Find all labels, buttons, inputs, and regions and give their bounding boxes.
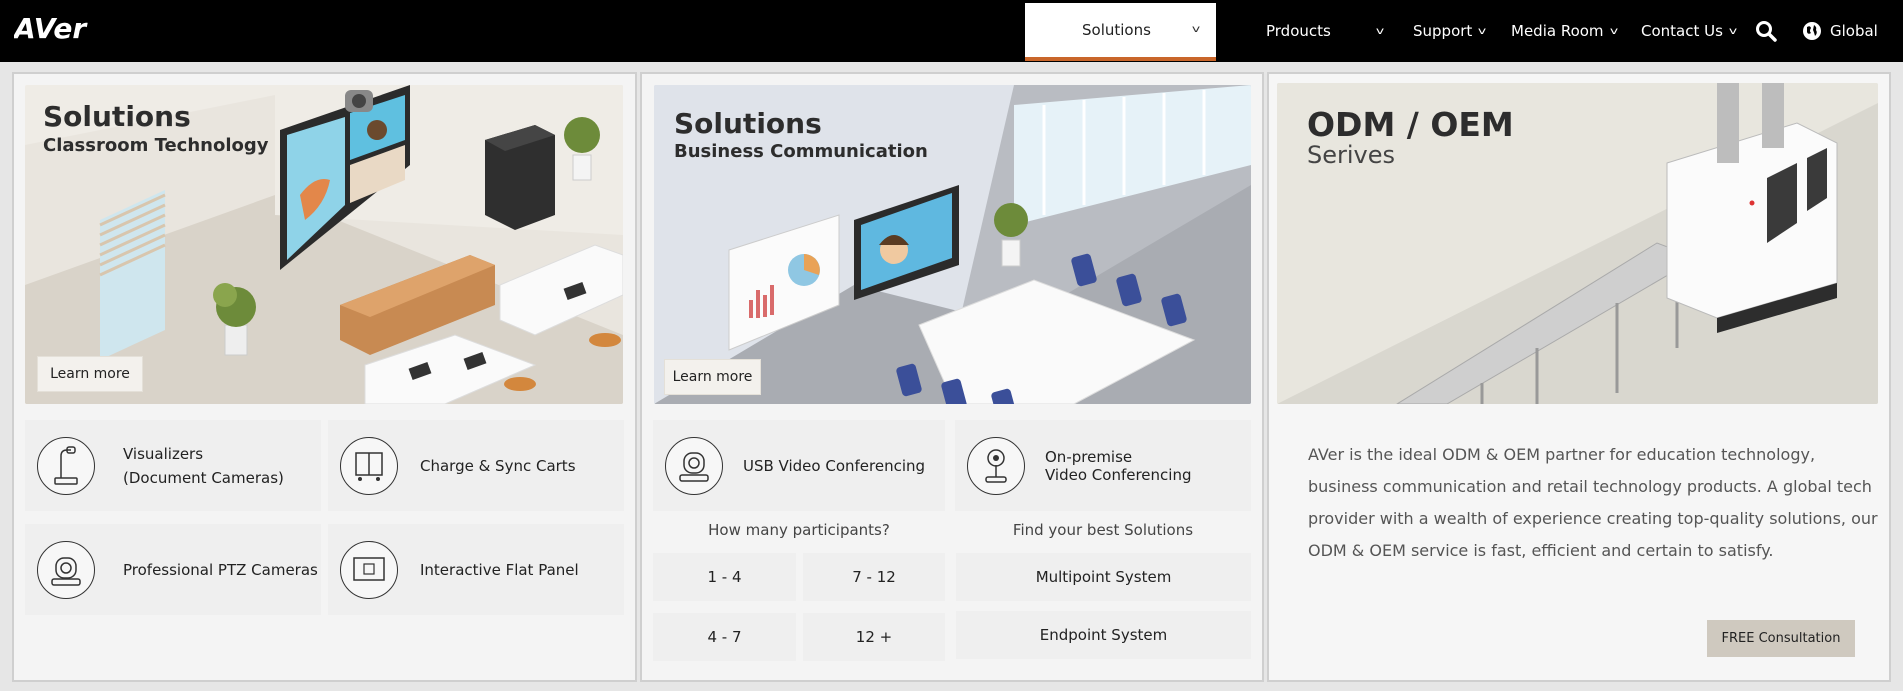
nav-media-room[interactable]: Media Room v bbox=[1511, 0, 1618, 62]
oem-description: AVer is the ideal ODM & OEM partner for … bbox=[1308, 445, 1878, 560]
ptz-camera-icon bbox=[37, 540, 95, 599]
solutions-question: Find your best Solutions bbox=[1012, 521, 1194, 539]
classroom-title: Solutions bbox=[43, 100, 191, 133]
participants-12-plus-button[interactable]: 12 + bbox=[803, 613, 945, 661]
card-on-premise-video-conferencing[interactable]: On-premise Video Conferencing bbox=[955, 420, 1251, 511]
participants-question: How many participants? bbox=[708, 521, 890, 539]
aver-logo[interactable]: AVer bbox=[14, 10, 100, 44]
flat-panel-icon bbox=[340, 540, 398, 599]
card-usb-video-conferencing[interactable]: USB Video Conferencing bbox=[653, 420, 945, 511]
nav-products-label: Prdoucts bbox=[1266, 22, 1331, 40]
conference-camera-icon bbox=[967, 436, 1025, 495]
oem-title: ODM / OEM bbox=[1307, 105, 1514, 144]
card-label: (Document Cameras) bbox=[123, 468, 284, 487]
card-ptz-cameras[interactable]: Professional PTZ Cameras bbox=[25, 524, 321, 615]
card-charge-sync-carts-text: Charge & Sync Carts bbox=[420, 456, 576, 475]
document-camera-icon bbox=[37, 436, 95, 495]
business-title: Solutions bbox=[674, 107, 822, 140]
svg-text:AVer: AVer bbox=[14, 12, 88, 44]
nav-products-dropdown[interactable]: v bbox=[1370, 0, 1385, 62]
endpoint-system-button[interactable]: Endpoint System bbox=[956, 611, 1251, 659]
globe-icon bbox=[1803, 22, 1821, 40]
free-consultation-button[interactable]: FREE Consultation bbox=[1707, 620, 1855, 657]
chevron-down-icon: v bbox=[1728, 25, 1738, 37]
classroom-learn-more-button[interactable]: Learn more bbox=[37, 356, 143, 392]
multipoint-system-button[interactable]: Multipoint System bbox=[956, 553, 1251, 601]
card-ptz-cameras-text: Professional PTZ Cameras bbox=[123, 560, 318, 579]
nav-products[interactable]: Prdoucts bbox=[1266, 0, 1331, 62]
chevron-down-icon: v bbox=[1478, 25, 1487, 37]
participants-1-4-button[interactable]: 1 - 4 bbox=[653, 553, 796, 601]
business-learn-more-button[interactable]: Learn more bbox=[664, 359, 761, 395]
global-selector[interactable]: Global bbox=[1802, 0, 1878, 62]
usb-camera-icon bbox=[665, 436, 723, 495]
classroom-subtitle: Classroom Technology bbox=[43, 135, 269, 156]
card-label: Visualizers bbox=[123, 444, 204, 463]
oem-hero-image[interactable]: ODM / OEM Serives bbox=[1277, 83, 1878, 404]
card-label: On-premise bbox=[1045, 447, 1133, 466]
card-on-premise-text: On-premise Video Conferencing bbox=[1045, 448, 1191, 484]
search-button[interactable] bbox=[1755, 0, 1777, 62]
nav-support[interactable]: Support v bbox=[1413, 0, 1487, 62]
business-subtitle: Business Communication bbox=[674, 141, 928, 162]
global-label: Global bbox=[1830, 22, 1878, 40]
card-interactive-flat-panel[interactable]: Interactive Flat Panel bbox=[328, 524, 624, 615]
participants-4-7-button[interactable]: 4 - 7 bbox=[653, 613, 796, 661]
nav-contact-us-label: Contact Us bbox=[1641, 22, 1723, 40]
cart-icon bbox=[340, 436, 398, 495]
card-visualizers-text: Visualizers (Document Cameras) bbox=[123, 442, 284, 490]
participants-7-12-button[interactable]: 7 - 12 bbox=[803, 553, 945, 601]
chevron-down-icon: v bbox=[1609, 25, 1618, 37]
card-label: Video Conferencing bbox=[1045, 465, 1192, 484]
nav-support-label: Support bbox=[1413, 22, 1473, 40]
nav-solutions[interactable]: Solutions v bbox=[1025, 3, 1216, 61]
top-navigation-bar: AVer Solutions v Prdoucts v Support v Me… bbox=[0, 0, 1903, 62]
chevron-down-icon: v bbox=[1191, 24, 1201, 35]
business-hero-image[interactable]: Solutions Business Communication bbox=[654, 85, 1251, 404]
card-interactive-flat-panel-text: Interactive Flat Panel bbox=[420, 560, 579, 579]
nav-media-room-label: Media Room bbox=[1511, 22, 1604, 40]
card-charge-sync-carts[interactable]: Charge & Sync Carts bbox=[328, 420, 624, 511]
oem-subtitle: Serives bbox=[1307, 141, 1396, 169]
card-usb-video-conferencing-text: USB Video Conferencing bbox=[743, 456, 926, 475]
nav-contact-us[interactable]: Contact Us v bbox=[1641, 0, 1738, 62]
card-visualizers[interactable]: Visualizers (Document Cameras) bbox=[25, 420, 321, 511]
chevron-down-icon: v bbox=[1375, 25, 1385, 37]
nav-solutions-label: Solutions bbox=[1082, 21, 1151, 39]
search-icon bbox=[1756, 21, 1777, 42]
